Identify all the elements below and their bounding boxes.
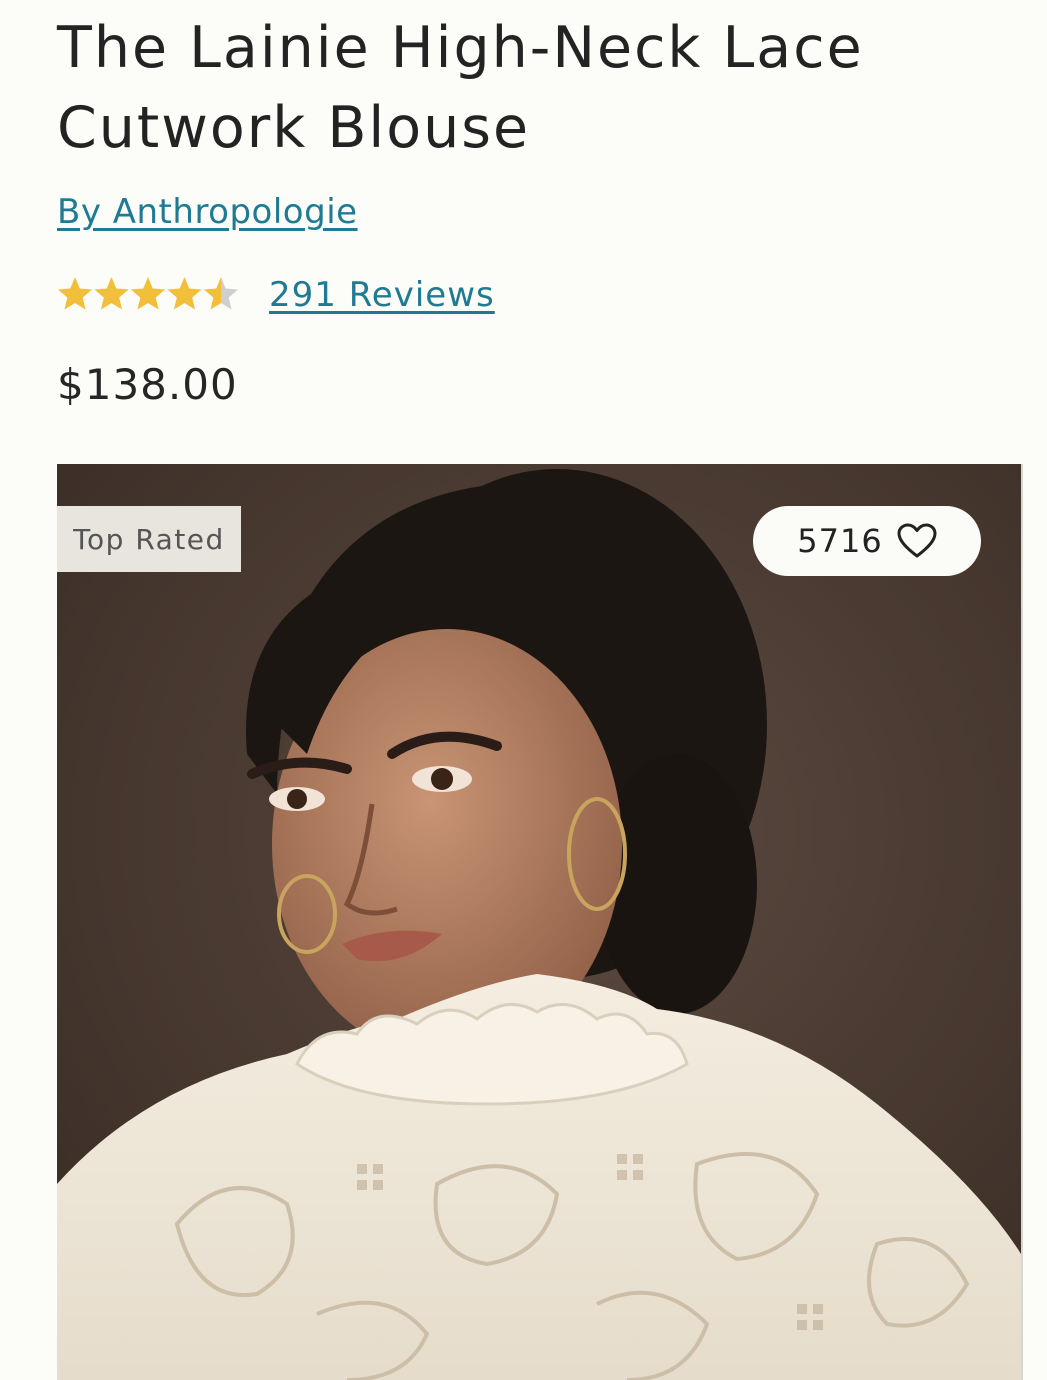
heart-outline-icon	[897, 523, 937, 558]
rating-row: 291 Reviews	[57, 270, 495, 320]
star-icon	[94, 277, 129, 310]
reviews-link[interactable]: 291 Reviews	[269, 275, 495, 315]
product-image[interactable]: Top Rated 5716	[57, 464, 1021, 1380]
favorite-button[interactable]: 5716	[753, 506, 981, 576]
star-rating	[57, 275, 239, 315]
star-icon	[167, 277, 202, 310]
product-page: The Lainie High-Neck Lace Cutwork Blouse…	[0, 0, 1047, 1380]
star-icon	[130, 277, 166, 310]
star-icon	[203, 277, 239, 310]
product-title: The Lainie High-Neck Lace Cutwork Blouse	[57, 15, 864, 161]
favorites-count: 5716	[797, 522, 883, 560]
star-rating-icon	[57, 277, 239, 310]
star-icon	[57, 277, 93, 310]
top-rated-badge: Top Rated	[57, 506, 241, 572]
product-price: $138.00	[57, 360, 238, 409]
model-photo	[57, 464, 1021, 1380]
image-edge-divider	[1021, 464, 1023, 1380]
brand-link[interactable]: By Anthropologie	[57, 192, 358, 232]
